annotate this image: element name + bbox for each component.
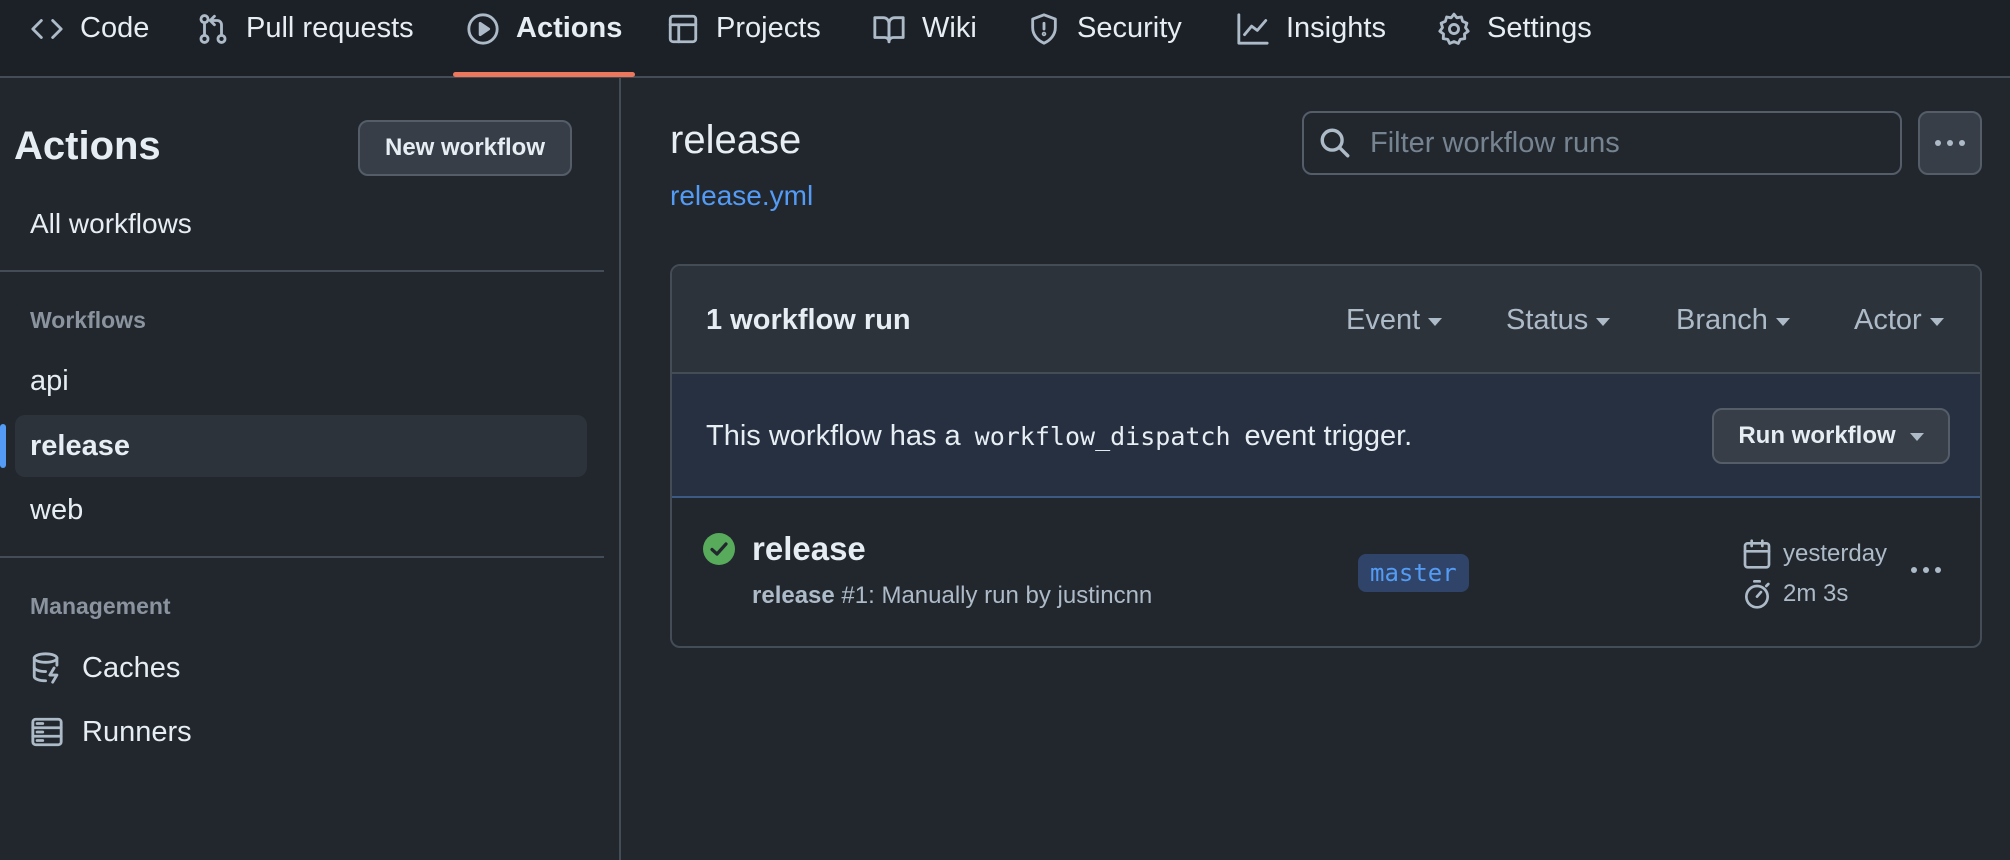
sidebar-border bbox=[619, 78, 621, 860]
server-icon bbox=[30, 715, 64, 749]
graph-icon bbox=[1236, 12, 1270, 46]
dispatch-banner: This workflow has a workflow_dispatch ev… bbox=[672, 374, 1980, 498]
tab-label: Projects bbox=[716, 12, 821, 44]
sidebar-workflow-api[interactable]: api bbox=[15, 350, 587, 412]
sidebar-item-label: release bbox=[30, 429, 130, 462]
sidebar-item-label: api bbox=[30, 364, 69, 397]
tab-projects[interactable]: Projects bbox=[666, 0, 821, 78]
run-count: 1 workflow run bbox=[706, 304, 911, 336]
tab-label: Insights bbox=[1286, 12, 1386, 44]
branch-badge[interactable]: master bbox=[1358, 554, 1469, 592]
kebab-dot bbox=[1959, 140, 1965, 146]
runs-header: 1 workflow run Event Status Branch Actor bbox=[672, 266, 1980, 374]
table-icon bbox=[666, 12, 700, 46]
run-workflow-button[interactable]: Run workflow bbox=[1712, 408, 1950, 464]
repo-nav: Code Pull requests Actions Projects Wiki… bbox=[0, 0, 2010, 78]
management-section-label: Management bbox=[30, 593, 171, 619]
workflows-section-label: Workflows bbox=[30, 307, 146, 333]
filter-label: Event bbox=[1346, 304, 1421, 336]
dispatch-text-before: This workflow has a bbox=[706, 420, 961, 452]
run-options-button[interactable] bbox=[1906, 558, 1946, 582]
run-date: yesterday bbox=[1741, 538, 1887, 570]
tab-pull-requests[interactable]: Pull requests bbox=[196, 0, 414, 78]
kebab-icon bbox=[1935, 140, 1941, 146]
run-subtitle: release #1: Manually run by justincnn bbox=[752, 582, 1152, 610]
tab-label: Actions bbox=[516, 12, 623, 44]
tab-code[interactable]: Code bbox=[30, 0, 149, 78]
active-tab-indicator bbox=[453, 72, 635, 77]
tab-settings[interactable]: Settings bbox=[1437, 0, 1592, 78]
run-title-link[interactable]: release bbox=[752, 530, 866, 568]
tab-security[interactable]: Security bbox=[1027, 0, 1182, 78]
run-workflow-label: Run workflow bbox=[1738, 422, 1896, 449]
stopwatch-icon bbox=[1741, 578, 1773, 610]
sidebar-divider bbox=[0, 270, 604, 272]
filter-runs-input[interactable] bbox=[1370, 126, 1890, 160]
caret-down-icon bbox=[1929, 317, 1944, 326]
tab-actions[interactable]: Actions bbox=[466, 0, 622, 78]
run-description: #1: Manually run by justincnn bbox=[834, 582, 1153, 609]
kebab-dot bbox=[1935, 567, 1941, 573]
tab-label: Security bbox=[1077, 12, 1182, 44]
play-circle-icon bbox=[466, 12, 500, 46]
filter-label: Actor bbox=[1854, 304, 1922, 336]
caret-down-icon bbox=[1909, 433, 1924, 441]
kebab-dot bbox=[1947, 140, 1953, 146]
sidebar-workflow-web[interactable]: web bbox=[15, 479, 587, 541]
branch-filter-dropdown[interactable]: Branch bbox=[1676, 304, 1790, 337]
pull-request-icon bbox=[196, 12, 230, 46]
more-options-button[interactable] bbox=[1918, 111, 1982, 175]
tab-wiki[interactable]: Wiki bbox=[872, 0, 977, 78]
sidebar-item-label: Runners bbox=[82, 715, 192, 748]
run-duration-text: 2m 3s bbox=[1783, 580, 1849, 607]
actor-filter-dropdown[interactable]: Actor bbox=[1854, 304, 1944, 337]
run-date-text: yesterday bbox=[1783, 540, 1888, 567]
book-icon bbox=[872, 12, 906, 46]
sidebar-item-runners[interactable]: Runners bbox=[15, 701, 587, 763]
run-workflow-name: release bbox=[752, 582, 835, 609]
tab-label: Wiki bbox=[922, 12, 977, 44]
tab-label: Pull requests bbox=[246, 12, 414, 44]
all-workflows-link[interactable]: All workflows bbox=[30, 208, 192, 240]
database-icon bbox=[30, 651, 64, 685]
tab-insights[interactable]: Insights bbox=[1236, 0, 1386, 78]
sidebar-divider bbox=[0, 556, 604, 558]
sidebar-item-label: web bbox=[30, 493, 84, 526]
sidebar-title: Actions bbox=[14, 124, 161, 168]
filter-label: Status bbox=[1506, 304, 1589, 336]
dispatch-text-after: event trigger. bbox=[1244, 420, 1413, 452]
shield-icon bbox=[1027, 12, 1061, 46]
caret-down-icon bbox=[1775, 317, 1790, 326]
new-workflow-button[interactable]: New workflow bbox=[358, 120, 572, 176]
gear-icon bbox=[1437, 12, 1471, 46]
dispatch-message: This workflow has a workflow_dispatch ev… bbox=[706, 420, 1412, 453]
event-filter-dropdown[interactable]: Event bbox=[1346, 304, 1443, 337]
filter-runs-field[interactable] bbox=[1302, 111, 1902, 175]
filter-label: Branch bbox=[1676, 304, 1768, 336]
tab-label: Code bbox=[80, 12, 150, 44]
selected-item-marker bbox=[0, 424, 6, 468]
status-filter-dropdown[interactable]: Status bbox=[1506, 304, 1611, 337]
kebab-dot bbox=[1923, 567, 1929, 573]
calendar-icon bbox=[1741, 538, 1773, 570]
caret-down-icon bbox=[1596, 317, 1611, 326]
sidebar-workflow-release[interactable]: release bbox=[15, 415, 587, 477]
run-duration: 2m 3s bbox=[1741, 578, 1848, 610]
search-icon bbox=[1318, 126, 1352, 160]
sidebar-item-caches[interactable]: Caches bbox=[15, 637, 587, 699]
workflow-file-link[interactable]: release.yml bbox=[670, 180, 813, 212]
page-title: release bbox=[670, 118, 802, 162]
kebab-icon bbox=[1911, 567, 1917, 573]
dispatch-event-code: workflow_dispatch bbox=[974, 422, 1231, 451]
success-check-icon bbox=[703, 533, 735, 565]
sidebar-item-label: Caches bbox=[82, 651, 181, 684]
caret-down-icon bbox=[1428, 317, 1443, 326]
code-icon bbox=[30, 12, 64, 46]
tab-label: Settings bbox=[1487, 12, 1592, 44]
